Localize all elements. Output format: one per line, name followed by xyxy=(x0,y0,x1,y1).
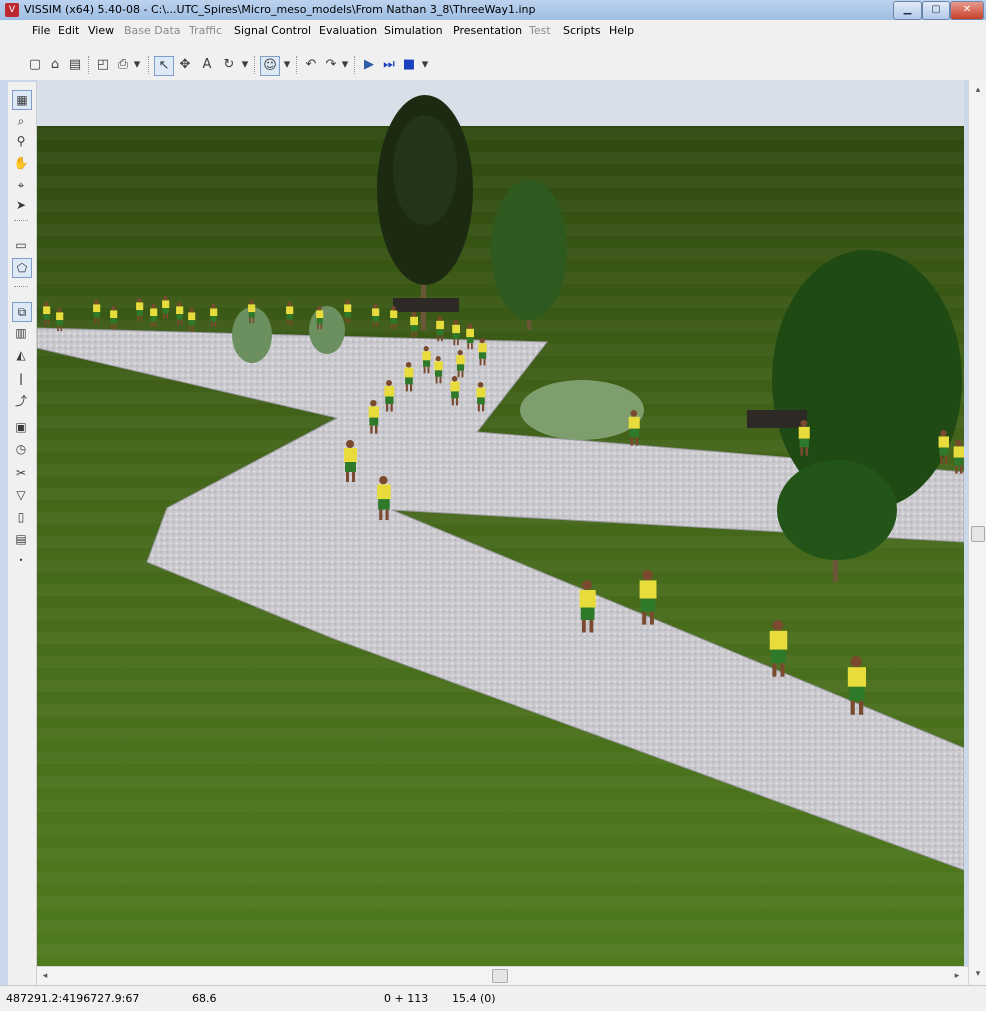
menu-file[interactable]: File xyxy=(32,24,50,37)
pan-icon[interactable]: ✥ xyxy=(176,56,194,74)
new-icon[interactable]: ▢ xyxy=(26,56,44,74)
network-tools-panel: ▦ ⌕ ⚲ ✋ ⌖ ➤ ▭ ⬠ ⧉ ▥ ◭ ꟾ ⤴ ▣ ◷ ✂ ▽ ▯ ▤ • xyxy=(8,82,37,987)
signal-group-icon[interactable]: ▯ xyxy=(12,508,30,526)
toolbar-separator xyxy=(148,56,150,74)
horizontal-scroll-thumb[interactable] xyxy=(492,969,508,983)
vertical-scrollbar[interactable]: ▴ ▾ xyxy=(968,80,986,986)
scroll-right-icon[interactable]: ▸ xyxy=(951,970,963,982)
menu-view[interactable]: View xyxy=(88,24,114,37)
bench-back xyxy=(393,298,459,312)
minimize-button[interactable]: ▁ xyxy=(893,1,922,20)
vissim-app-icon[interactable]: V xyxy=(5,3,19,17)
menu-bar: File Edit View Base Data Traffic Signal … xyxy=(0,20,986,43)
print-icon[interactable]: ⎙ xyxy=(114,56,132,74)
zoom-icon[interactable]: ⌕ xyxy=(12,112,30,130)
vertical-scroll-thumb[interactable] xyxy=(971,526,985,542)
menu-scripts[interactable]: Scripts xyxy=(563,24,601,37)
status-bar: 487291.2:4196727.9:67 68.6 0 + 113 15.4 … xyxy=(0,985,986,1011)
menu-traffic[interactable]: Traffic xyxy=(189,24,222,37)
signal-head-icon[interactable]: ◭ xyxy=(12,346,30,364)
text-icon[interactable]: A xyxy=(198,56,216,74)
pedestrian-icon[interactable]: ☺ xyxy=(260,56,280,76)
rotate-dropdown-icon[interactable]: ▾ xyxy=(240,56,250,74)
clock-icon[interactable]: ◷ xyxy=(12,440,30,458)
tools-separator xyxy=(14,286,28,288)
tools-separator xyxy=(14,220,28,222)
print-dropdown-icon[interactable]: ▾ xyxy=(132,56,142,74)
status-zoom: 68.6 xyxy=(192,992,217,1005)
print-preview-icon[interactable]: ◰ xyxy=(94,56,112,74)
scroll-up-icon[interactable]: ▴ xyxy=(972,84,984,96)
rotate-icon[interactable]: ↻ xyxy=(220,56,238,74)
redo-dropdown-icon[interactable]: ▾ xyxy=(340,56,350,74)
simulation-dropdown-icon[interactable]: ▾ xyxy=(420,56,430,74)
toolbar: ▢ ⌂ ▤ ◰ ⎙ ▾ ↖ ✥ A ↻ ▾ ☺ ▾ ↶ ↷ ▾ ▶ ⏭ ■ ▾ xyxy=(0,42,986,80)
route-icon[interactable]: ⤴ xyxy=(12,392,30,410)
stop-icon[interactable]: ■ xyxy=(400,56,418,74)
menu-test[interactable]: Test xyxy=(529,24,551,37)
toolbar-separator xyxy=(254,56,256,74)
zoom-out-icon[interactable]: ⚲ xyxy=(12,132,30,150)
window-title: VISSIM (x64) 5.40-08 - C:\...UTC_Spires\… xyxy=(24,3,536,16)
bench-right xyxy=(747,410,807,428)
toolbar-separator xyxy=(296,56,298,74)
shrub-center xyxy=(520,380,644,440)
menu-evaluation[interactable]: Evaluation xyxy=(319,24,377,37)
close-button[interactable]: ✕ xyxy=(950,1,984,20)
status-simulation-time: 0 + 113 xyxy=(384,992,429,1005)
ramp-icon[interactable]: ⬠ xyxy=(12,258,32,278)
menu-help[interactable]: Help xyxy=(609,24,634,37)
annotation-icon[interactable]: ▤ xyxy=(12,530,30,548)
tools-more-icon[interactable]: • xyxy=(12,552,30,570)
play-icon[interactable]: ▶ xyxy=(360,56,378,74)
horizontal-scrollbar[interactable]: ◂ ▸ xyxy=(37,966,968,985)
open-icon[interactable]: ⌂ xyxy=(46,56,64,74)
counter-icon[interactable]: ▣ xyxy=(12,418,30,436)
wall-icon[interactable]: ▥ xyxy=(12,324,30,342)
network-display-icon[interactable]: ▦ xyxy=(12,90,32,110)
scroll-down-icon[interactable]: ▾ xyxy=(972,968,984,980)
pedestrian-dropdown-icon[interactable]: ▾ xyxy=(282,56,292,74)
menu-simulation[interactable]: Simulation xyxy=(384,24,443,37)
maximize-button[interactable]: ▢ xyxy=(922,1,950,20)
scroll-left-icon[interactable]: ◂ xyxy=(39,970,51,982)
save-icon[interactable]: ▤ xyxy=(66,56,84,74)
3d-network-view[interactable] xyxy=(37,80,964,966)
3d-scene[interactable] xyxy=(37,80,964,966)
status-speed: 15.4 (0) xyxy=(452,992,496,1005)
menu-signal-control[interactable]: Signal Control xyxy=(234,24,311,37)
title-bar: V VISSIM (x64) 5.40-08 - C:\...UTC_Spire… xyxy=(0,0,986,21)
area-icon[interactable]: ▭ xyxy=(12,236,30,254)
link-icon[interactable]: ⌖ xyxy=(12,176,30,194)
sky xyxy=(37,80,964,128)
pedestrian-input-icon[interactable]: ꟾ xyxy=(12,372,30,390)
obstacle-icon[interactable]: ⧉ xyxy=(12,302,32,322)
menu-base-data[interactable]: Base Data xyxy=(124,24,181,37)
pan-hand-icon[interactable]: ✋ xyxy=(12,154,30,172)
select-icon[interactable]: ↖ xyxy=(154,56,174,76)
yield-icon[interactable]: ▽ xyxy=(12,486,30,504)
toolbar-separator xyxy=(88,56,90,74)
toolbar-separator xyxy=(354,56,356,74)
single-step-icon[interactable]: ⏭ xyxy=(380,56,398,74)
redo-icon[interactable]: ↷ xyxy=(322,56,340,74)
status-coordinates: 487291.2:4196727.9:67 xyxy=(6,992,140,1005)
connector-icon[interactable]: ➤ xyxy=(12,196,30,214)
scissors-icon[interactable]: ✂ xyxy=(12,464,30,482)
menu-edit[interactable]: Edit xyxy=(58,24,79,37)
undo-icon[interactable]: ↶ xyxy=(302,56,320,74)
menu-presentation[interactable]: Presentation xyxy=(453,24,522,37)
